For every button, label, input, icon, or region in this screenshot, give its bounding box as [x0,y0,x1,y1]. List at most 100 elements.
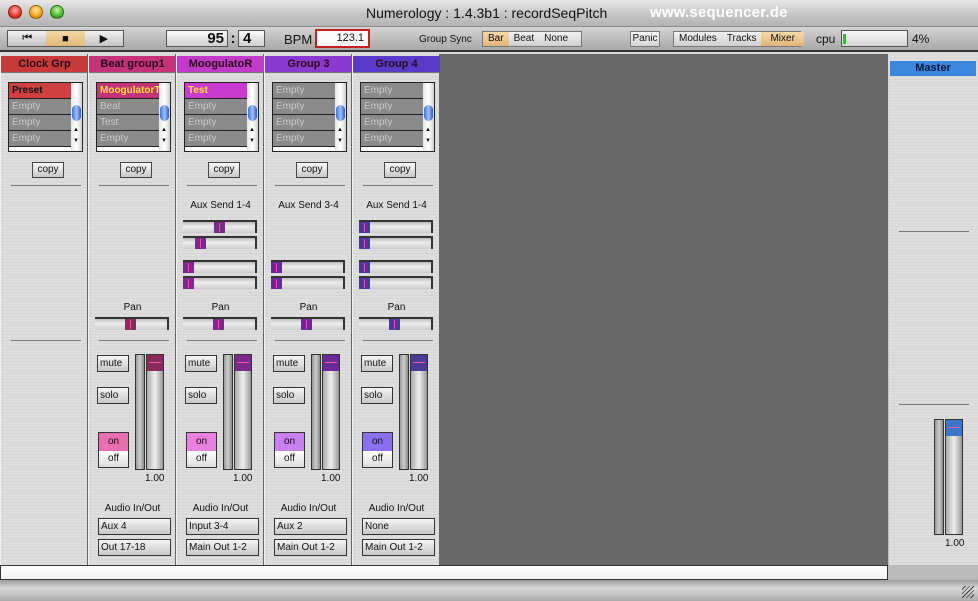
off-button[interactable]: off [99,451,128,467]
fader-knob[interactable] [411,355,427,371]
bottom-scroll-area[interactable] [0,565,888,580]
audio-input-select[interactable]: Aux 4 [98,518,171,535]
slider-knob[interactable] [271,262,282,273]
scroll-thumb[interactable] [72,105,81,121]
position-bar[interactable]: 95 [166,30,228,47]
preset-item[interactable]: Empty [97,131,160,147]
copy-button[interactable]: copy [296,162,328,178]
pan-knob[interactable] [388,319,400,330]
copy-button[interactable]: copy [32,162,64,178]
preset-scrollbar[interactable]: ▲ ▼ [423,83,434,151]
off-button[interactable]: off [187,451,216,467]
slider-knob[interactable] [213,222,225,233]
view-mixer[interactable]: Mixer [761,32,804,46]
preset-scrollbar[interactable]: ▲ ▼ [247,83,258,151]
preset-item[interactable]: Empty [9,99,72,115]
aux-send-slider[interactable] [359,260,433,273]
scroll-thumb[interactable] [248,105,257,121]
scroll-thumb[interactable] [424,105,433,121]
view-tracks[interactable]: Tracks [722,32,762,46]
aux-send-slider[interactable] [359,236,433,249]
off-button[interactable]: off [363,451,392,467]
pan-slider[interactable] [271,317,345,330]
master-fader-knob[interactable] [946,420,962,436]
view-modules[interactable]: Modules [674,32,722,46]
copy-button[interactable]: copy [384,162,416,178]
on-off-toggle[interactable]: on off [274,432,305,468]
strip-header[interactable]: MoogulatoR [177,56,264,73]
preset-item[interactable]: MoogulatorT [97,83,160,99]
copy-button[interactable]: copy [208,162,240,178]
strip-header[interactable]: Group 3 [265,56,352,73]
preset-scrollbar[interactable]: ▲ ▼ [71,83,82,151]
on-button[interactable]: on [187,433,216,451]
volume-fader[interactable] [410,354,428,470]
solo-button[interactable]: solo [185,387,217,404]
aux-send-slider[interactable] [271,276,345,289]
on-button[interactable]: on [275,433,304,451]
preset-item[interactable]: Preset [9,83,72,99]
solo-button[interactable]: solo [97,387,129,404]
preset-scrollbar[interactable]: ▲ ▼ [335,83,346,151]
preset-item[interactable]: Empty [273,99,336,115]
scroll-thumb[interactable] [336,105,345,121]
audio-output-select[interactable]: Main Out 1-2 [274,539,347,556]
audio-input-select[interactable]: None [362,518,435,535]
preset-item[interactable]: Empty [9,131,72,147]
on-off-toggle[interactable]: on off [362,432,393,468]
scroll-thumb[interactable] [160,105,169,121]
scroll-down-icon[interactable]: ▼ [249,138,255,144]
position-beat[interactable]: 4 [238,30,265,47]
mute-button[interactable]: mute [185,355,217,372]
audio-input-select[interactable]: Aux 2 [274,518,347,535]
zoom-button[interactable] [50,5,64,19]
pan-knob[interactable] [212,319,224,330]
scroll-down-icon[interactable]: ▼ [73,138,79,144]
audio-output-select[interactable]: Out 17-18 [98,539,171,556]
aux-send-slider[interactable] [271,260,345,273]
aux-send-slider[interactable] [183,220,257,233]
scroll-up-icon[interactable]: ▲ [337,127,343,133]
preset-list[interactable]: MoogulatorT Beat Test Empty ▲ ▼ [96,82,171,152]
preset-item[interactable]: Test [97,115,160,131]
volume-fader[interactable] [322,354,340,470]
group-sync-bar[interactable]: Bar [483,32,509,46]
mute-button[interactable]: mute [97,355,129,372]
slider-knob[interactable] [359,278,370,289]
master-fader[interactable] [945,419,963,535]
aux-send-slider[interactable] [359,220,433,233]
on-off-toggle[interactable]: on off [186,432,217,468]
strip-header[interactable]: Group 4 [353,56,440,73]
preset-list[interactable]: Preset Empty Empty Empty ▲ ▼ [8,82,83,152]
aux-send-slider[interactable] [359,276,433,289]
aux-send-slider[interactable] [183,236,257,249]
solo-button[interactable]: solo [273,387,305,404]
pan-slider[interactable] [359,317,433,330]
mute-button[interactable]: mute [273,355,305,372]
aux-send-slider[interactable] [183,276,257,289]
slider-knob[interactable] [359,238,370,249]
slider-knob[interactable] [183,278,194,289]
pan-knob[interactable] [124,319,136,330]
slider-knob[interactable] [271,278,282,289]
preset-item[interactable]: Empty [361,99,424,115]
on-button[interactable]: on [363,433,392,451]
scroll-down-icon[interactable]: ▼ [337,138,343,144]
preset-item[interactable]: Empty [185,99,248,115]
preset-item[interactable]: Empty [185,131,248,147]
preset-item[interactable]: Test [185,83,248,99]
solo-button[interactable]: solo [361,387,393,404]
stop-icon[interactable]: ■ [46,31,85,46]
preset-item[interactable]: Empty [273,115,336,131]
resize-grip-icon[interactable] [962,586,974,598]
scroll-down-icon[interactable]: ▼ [161,138,167,144]
off-button[interactable]: off [275,451,304,467]
preset-list[interactable]: Empty Empty Empty Empty ▲ ▼ [272,82,347,152]
preset-item[interactable]: Empty [273,131,336,147]
mute-button[interactable]: mute [361,355,393,372]
copy-button[interactable]: copy [120,162,152,178]
volume-fader[interactable] [234,354,252,470]
audio-input-select[interactable]: Input 3-4 [186,518,259,535]
slider-knob[interactable] [359,262,370,273]
fader-knob[interactable] [147,355,163,371]
